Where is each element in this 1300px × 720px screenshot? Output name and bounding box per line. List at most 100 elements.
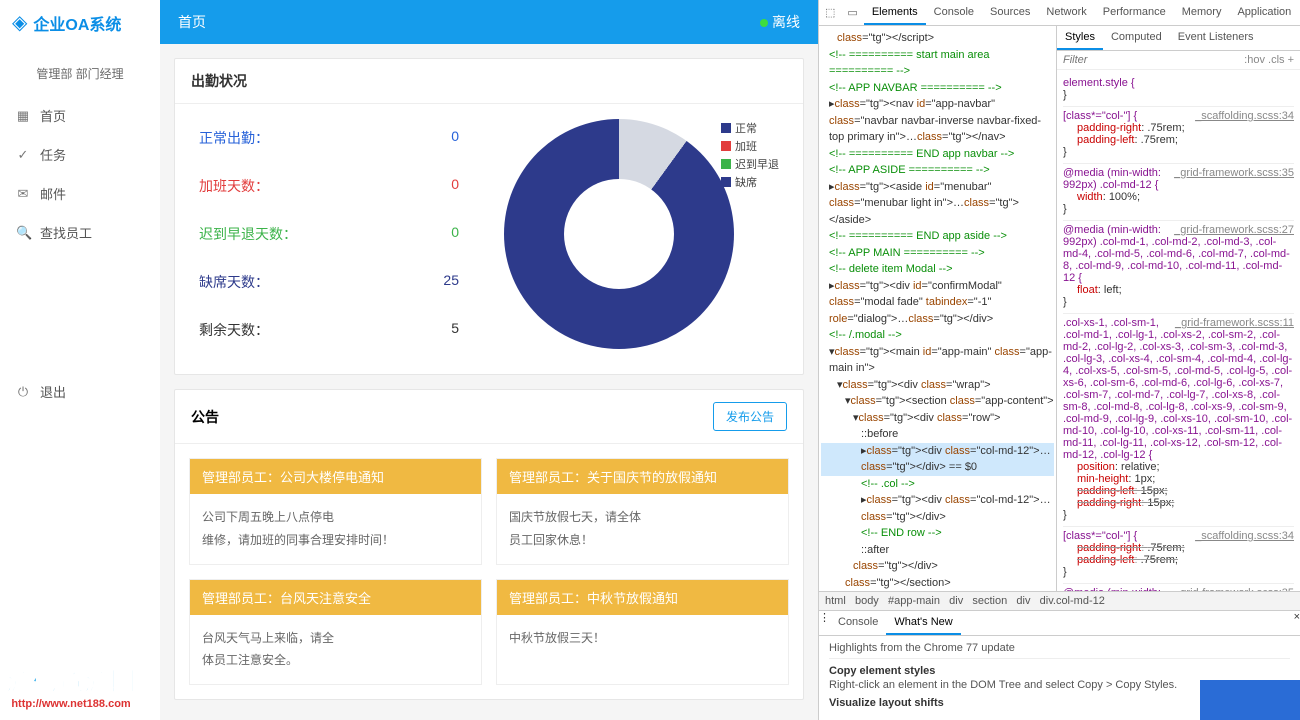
legend-item: 加班 [721,138,779,154]
dom-node[interactable]: ▾class="tg"><div class="wrap"> [821,377,1054,394]
legend-swatch [721,159,731,169]
devtools-tab-elements[interactable]: Elements [864,1,926,25]
legend-label: 缺席 [735,174,757,190]
css-rule[interactable]: _grid-framework.scss:35@media (min-width… [1063,164,1294,221]
dom-node[interactable]: ▸class="tg"><div class="col-md-12">…clas… [821,443,1054,476]
dom-node[interactable]: <!-- ========== END app navbar --> [821,146,1054,163]
elements-tree[interactable]: class="tg"></script​><!-- ========== sta… [819,26,1057,591]
logo[interactable]: ◈ 企业OA系统 [0,0,160,45]
dom-node[interactable]: ▾class="tg"><main id="app-main" class="a… [821,344,1054,377]
cls-toggle[interactable]: .cls [1268,54,1285,66]
dom-node[interactable]: ▾class="tg"><div class="row"> [821,410,1054,427]
styles-tab-computed[interactable]: Computed [1103,26,1170,50]
sidebar: ◈ 企业OA系统 管理部 部门经理 ▦首页✓任务✉邮件🔍查找员工 ⏻ 退出 [0,0,160,720]
power-icon: ⏻ [16,384,30,400]
drawer-tab-console[interactable]: Console [830,611,886,635]
devtools-tab-network[interactable]: Network [1038,1,1094,25]
dom-node[interactable]: <!-- END row --> [821,525,1054,542]
dom-node[interactable]: ::after [821,542,1054,559]
dom-node[interactable]: <!-- ========== END app aside --> [821,228,1054,245]
legend-label: 迟到早退 [735,156,779,172]
crumb-item[interactable]: #app-main [888,595,940,607]
dom-node[interactable]: ▸class="tg"><nav id="app-navbar" class="… [821,96,1054,146]
publish-notice-button[interactable]: 发布公告 [713,402,787,431]
attendance-panel: 出勤状况 正常出勤：0加班天数：0迟到早退天数：0缺席天数：25剩余天数：5 正… [174,58,804,375]
styles-tab-event-listeners[interactable]: Event Listeners [1170,26,1262,50]
crumb-item[interactable]: html [825,595,846,607]
attendance-title: 出勤状况 [175,59,803,104]
css-rule[interactable]: _scaffolding.scss:34[class*="col-"] {pad… [1063,107,1294,164]
dom-node[interactable]: <!-- /.modal --> [821,327,1054,344]
nav-item-0[interactable]: ▦首页 [0,96,160,135]
devtools-tab-console[interactable]: Console [926,1,982,25]
css-rule[interactable]: _scaffolding.scss:34[class*="col-"] {pad… [1063,527,1294,584]
status-indicator[interactable]: 离线 [760,12,800,32]
dom-node[interactable]: ▾class="tg"><section class="app-content"… [821,393,1054,410]
drawer-h1: Copy element styles [829,665,1290,677]
dom-node[interactable]: <!-- .col --> [821,476,1054,493]
nav-item-2[interactable]: ✉邮件 [0,174,160,213]
legend-swatch [721,141,731,151]
drawer-close-icon[interactable]: × [1294,611,1300,635]
devtools-tab-performance[interactable]: Performance [1095,1,1174,25]
styles-filter-input[interactable] [1063,54,1123,66]
drawer-menu-icon[interactable]: ⋮ [819,611,830,635]
nav-icon: ✉ [16,186,30,202]
notice-card[interactable]: 管理部员工：中秋节放假通知中秋节放假三天！ [496,579,789,686]
stat-label: 迟到早退天数： [199,224,339,244]
legend-label: 加班 [735,138,757,154]
breadcrumb[interactable]: html body #app-main div section div div.… [819,591,1300,610]
device-icon[interactable]: ▭ [841,6,863,19]
drawer-tab-what-s-new[interactable]: What's New [886,611,960,635]
legend-swatch [721,123,731,133]
notice-card[interactable]: 管理部员工：台风天注意安全台风天气马上来临，请全体员工注意安全。 [189,579,482,686]
dom-node[interactable]: ::before [821,426,1054,443]
dom-node[interactable]: <!-- delete item Modal --> [821,261,1054,278]
dom-node[interactable]: ▸class="tg"><aside id="menubar" class="m… [821,179,1054,229]
stat-row: 正常出勤：0 [199,114,459,162]
notice-card[interactable]: 管理部员工：关于国庆节的放假通知国庆节放假七天，请全体员工回家休息！ [496,458,789,565]
styles-rules[interactable]: element.style {}_scaffolding.scss:34[cla… [1057,70,1300,591]
crumb-item[interactable]: div.col-md-12 [1040,595,1105,607]
crumb-item[interactable]: body [855,595,879,607]
drawer-headline: Highlights from the Chrome 77 update [829,642,1290,659]
crumb-item[interactable]: div [949,595,963,607]
notice-card[interactable]: 管理部员工：公司大楼停电通知公司下周五晚上八点停电维修，请加班的同事合理安排时间… [189,458,482,565]
css-rule[interactable]: _grid-framework.scss:35@media (min-width… [1063,584,1294,591]
nav-icon: ✓ [16,147,30,163]
dom-node[interactable]: class="tg"></div> [821,558,1054,575]
nav-item-3[interactable]: 🔍 查找员工 [0,213,160,252]
dom-node[interactable]: <!-- APP NAVBAR ========== --> [821,80,1054,97]
stat-value: 5 [419,320,459,340]
dom-node[interactable]: <!-- APP ASIDE ========== --> [821,162,1054,179]
devtools-tab-memory[interactable]: Memory [1174,1,1230,25]
nav-icon: 🔍 [16,225,30,241]
devtools-tab-sources[interactable]: Sources [982,1,1038,25]
crumb-item[interactable]: section [972,595,1007,607]
dom-node[interactable]: <!-- ========== start main area ========… [821,47,1054,80]
stat-row: 剩余天数：5 [199,306,459,354]
nav-label: 首页 [40,106,66,125]
nav-item-1[interactable]: ✓任务 [0,135,160,174]
dom-node[interactable]: ▸class="tg"><div id="confirmModal" class… [821,278,1054,328]
stat-value: 0 [419,176,459,196]
nav-label: 查找员工 [40,223,92,242]
inspect-icon[interactable]: ⬚ [819,6,841,19]
dom-node[interactable]: ▸class="tg"><div class="col-md-12">…clas… [821,492,1054,525]
css-rule[interactable]: element.style {} [1063,74,1294,107]
hov-toggle[interactable]: :hov [1244,54,1265,66]
drawer-body: Highlights from the Chrome 77 update Cop… [819,636,1300,720]
topbar: 首页 离线 [160,0,818,44]
crumb-item[interactable]: div [1016,595,1030,607]
dom-node[interactable]: <!-- APP MAIN ========== --> [821,245,1054,262]
styles-tab-styles[interactable]: Styles [1057,26,1103,50]
devtools-tab-application[interactable]: Application [1229,1,1299,25]
dom-node[interactable]: class="tg"></script​> [821,30,1054,47]
css-rule[interactable]: _grid-framework.scss:27@media (min-width… [1063,221,1294,314]
logout-button[interactable]: ⏻ 退出 [0,372,160,411]
drawer-graphic [1200,680,1300,720]
stat-value: 0 [419,224,459,244]
dom-node[interactable]: class="tg"></section> [821,575,1054,592]
css-rule[interactable]: _grid-framework.scss:11.col-xs-1, .col-s… [1063,314,1294,527]
notice-body: 中秋节放假三天！ [497,615,788,662]
